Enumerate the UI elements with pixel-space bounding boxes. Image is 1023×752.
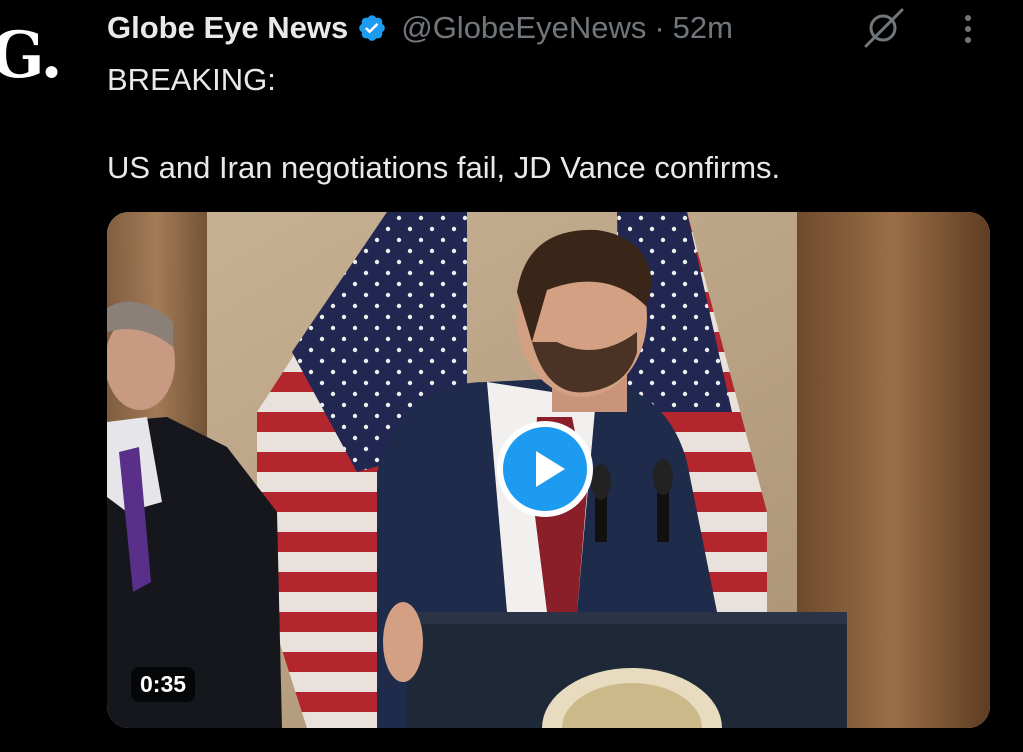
post-text: BREAKING: US and Iran negotiations fail,… xyxy=(107,62,781,185)
play-button[interactable] xyxy=(497,421,593,517)
video-player[interactable]: 0:35 xyxy=(107,212,990,728)
avatar-letter: G. xyxy=(0,18,63,93)
separator-dot: · xyxy=(654,10,665,45)
verified-badge-icon xyxy=(357,13,387,43)
grok-icon[interactable] xyxy=(858,6,908,48)
avatar[interactable]: G. xyxy=(0,18,80,98)
timestamp[interactable]: 52m xyxy=(673,10,733,46)
play-icon xyxy=(536,451,565,487)
more-vertical-icon[interactable] xyxy=(953,8,983,48)
video-duration: 0:35 xyxy=(131,667,196,702)
user-handle[interactable]: @GlobeEyeNews xyxy=(401,10,646,46)
display-name[interactable]: Globe Eye News xyxy=(107,10,348,46)
